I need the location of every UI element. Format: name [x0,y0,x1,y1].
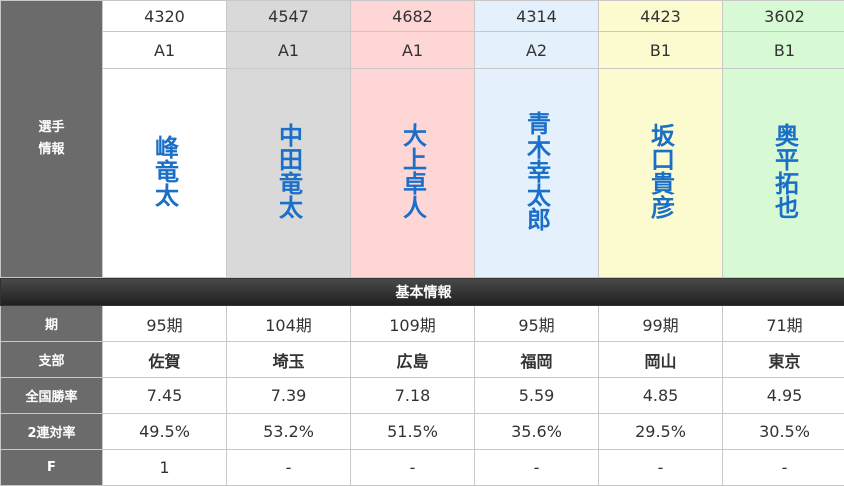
racer-table: 選手 情報 4320 4547 4682 4314 4423 3602 A1 A… [0,0,844,486]
win-rate-row: 全国勝率 7.45 7.39 7.18 5.59 4.85 4.95 [1,378,844,414]
racer-class-row: A1 A1 A1 A2 B1 B1 [1,32,844,69]
win-rate-label: 全国勝率 [1,378,103,414]
f-count-row: F 1 - - - - - [1,450,844,486]
branch-value: 東京 [723,342,844,378]
f-count-value: - [475,450,599,486]
quinella-rate-label: 2連対率 [1,414,103,450]
win-rate-value: 5.59 [475,378,599,414]
section-header-row: 基本情報 [1,278,844,306]
racer-class: B1 [599,32,723,69]
term-value: 95期 [475,306,599,342]
quinella-rate-row: 2連対率 49.5% 53.2% 51.5% 35.6% 29.5% 30.5% [1,414,844,450]
term-value: 109期 [351,306,475,342]
racer-name-cell[interactable]: 大上卓人 [351,69,475,278]
racer-name-link[interactable]: 中田竜太 [270,123,308,219]
term-row: 期 95期 104期 109期 95期 99期 71期 [1,306,844,342]
racer-name-cell[interactable]: 坂口貴彦 [599,69,723,278]
racer-name-link[interactable]: 奥平拓也 [766,123,804,219]
section-header-basic-info: 基本情報 [1,278,844,306]
racer-class: A1 [227,32,351,69]
racer-number: 4682 [351,1,475,32]
racer-name-cell[interactable]: 峰竜太 [103,69,227,278]
racer-class: B1 [723,32,844,69]
racer-name-cell[interactable]: 中田竜太 [227,69,351,278]
racer-class: A1 [103,32,227,69]
f-count-value: - [599,450,723,486]
racer-class: A1 [351,32,475,69]
racer-number: 4320 [103,1,227,32]
term-value: 71期 [723,306,844,342]
term-value: 99期 [599,306,723,342]
quinella-rate-value: 49.5% [103,414,227,450]
f-count-value: 1 [103,450,227,486]
f-count-value: - [227,450,351,486]
win-rate-value: 4.85 [599,378,723,414]
racer-name-link[interactable]: 大上卓人 [394,123,432,219]
branch-label: 支部 [1,342,103,378]
racer-name-link[interactable]: 峰竜太 [146,135,184,207]
f-count-value: - [351,450,475,486]
win-rate-value: 7.18 [351,378,475,414]
racer-info-label: 選手 情報 [1,1,103,278]
racer-name-link[interactable]: 青木幸太郎 [518,111,556,231]
racer-number: 4423 [599,1,723,32]
racer-info-label-line2: 情報 [38,142,64,157]
branch-value: 広島 [351,342,475,378]
branch-value: 佐賀 [103,342,227,378]
racer-class: A2 [475,32,599,69]
branch-value: 福岡 [475,342,599,378]
racer-number: 4314 [475,1,599,32]
win-rate-value: 7.45 [103,378,227,414]
racer-name-cell[interactable]: 奥平拓也 [723,69,844,278]
term-value: 95期 [103,306,227,342]
racer-number: 4547 [227,1,351,32]
term-label: 期 [1,306,103,342]
racer-name-row: 峰竜太 中田竜太 大上卓人 青木幸太郎 坂口貴彦 奥平拓也 [1,69,844,278]
racer-number: 3602 [723,1,844,32]
branch-row: 支部 佐賀 埼玉 広島 福岡 岡山 東京 [1,342,844,378]
win-rate-value: 4.95 [723,378,844,414]
racer-number-row: 選手 情報 4320 4547 4682 4314 4423 3602 [1,1,844,32]
racer-name-cell[interactable]: 青木幸太郎 [475,69,599,278]
f-count-label: F [1,450,103,486]
racer-info-label-line1: 選手 [38,120,64,135]
quinella-rate-value: 29.5% [599,414,723,450]
f-count-value: - [723,450,844,486]
term-value: 104期 [227,306,351,342]
quinella-rate-value: 30.5% [723,414,844,450]
quinella-rate-value: 51.5% [351,414,475,450]
win-rate-value: 7.39 [227,378,351,414]
racer-name-link[interactable]: 坂口貴彦 [642,123,680,219]
quinella-rate-value: 53.2% [227,414,351,450]
branch-value: 埼玉 [227,342,351,378]
quinella-rate-value: 35.6% [475,414,599,450]
branch-value: 岡山 [599,342,723,378]
